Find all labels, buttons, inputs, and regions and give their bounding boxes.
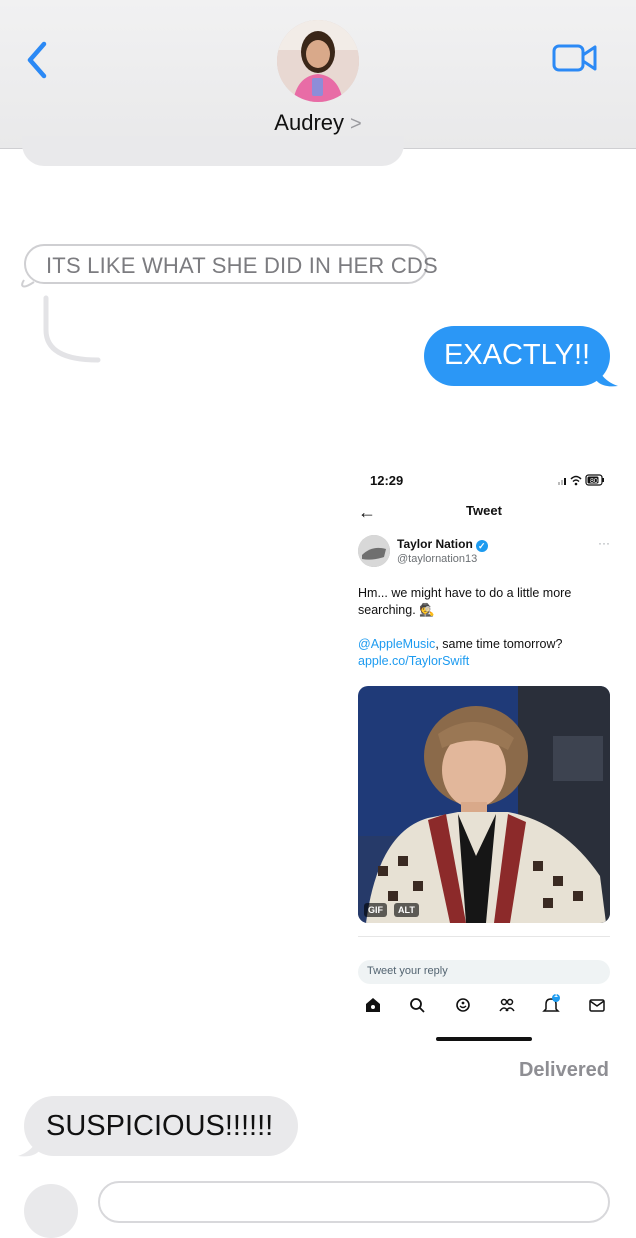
tweet-reply-input[interactable]: Tweet your reply: [358, 960, 610, 984]
notification-count: 1: [554, 992, 558, 999]
spaces-icon[interactable]: [452, 994, 474, 1016]
attached-screenshot[interactable]: 12:29 80 ← Tweet Taylor Nation ✓ @taylorn…: [340, 458, 622, 1056]
status-icons: 80: [558, 474, 604, 486]
author-name-row[interactable]: Taylor Nation ✓: [397, 537, 488, 552]
reply-thread-connector: [21, 279, 101, 363]
tweet-title: Tweet: [466, 503, 502, 518]
tweet-text-line: Hm... we might have to do a little more: [358, 586, 572, 600]
tweet-text-searching: searching.: [358, 603, 416, 617]
search-icon[interactable]: [406, 994, 428, 1016]
sent-bubble-tail: [596, 362, 618, 387]
received-message-bubble[interactable]: SUSPICIOUS!!!!!!: [24, 1096, 298, 1156]
message-input[interactable]: [98, 1181, 610, 1223]
sent-message-bubble[interactable]: EXACTLY!!: [424, 326, 610, 386]
reply-preview-partial: [358, 936, 610, 953]
contact-name-row[interactable]: Audrey >: [0, 110, 636, 136]
home-icon[interactable]: [362, 994, 384, 1016]
gif-badge: GIF: [364, 903, 387, 917]
notifications-bell-icon[interactable]: 1: [540, 992, 562, 1016]
chevron-left-icon: [27, 41, 47, 79]
author-name: Taylor Nation: [397, 537, 473, 551]
contact-name: Audrey: [274, 110, 345, 135]
tweet-gif-media[interactable]: GIF ALT: [358, 686, 610, 923]
reply-placeholder: Tweet your reply: [367, 965, 448, 977]
back-button[interactable]: [22, 38, 54, 82]
tweet-text-rest: , same time tomorrow?: [435, 637, 563, 651]
conversation-header: Audrey >: [0, 0, 636, 149]
home-indicator: [436, 1037, 532, 1041]
communities-icon[interactable]: [496, 994, 518, 1016]
author-avatar[interactable]: [358, 535, 390, 567]
battery-level: 80: [590, 478, 598, 485]
twitter-bottom-nav: 1: [340, 992, 622, 1022]
received-bubble-tail: [18, 1132, 40, 1157]
verified-badge-icon: ✓: [475, 540, 488, 552]
tweet-text-line-3: @AppleMusic, same time tomorrow?: [358, 637, 562, 651]
message-bubble-partial: [22, 136, 404, 166]
alt-badge[interactable]: ALT: [394, 903, 419, 917]
tweet-url-link[interactable]: apple.co/TaylorSwift: [358, 654, 469, 668]
mention-link[interactable]: @AppleMusic: [358, 637, 435, 651]
gif-illustration: [358, 686, 610, 923]
author-handle[interactable]: @taylornation13: [397, 553, 477, 565]
facetime-video-button[interactable]: [552, 42, 598, 74]
status-time: 12:29: [370, 473, 404, 488]
detective-emoji-icon: 🕵: [419, 603, 435, 617]
avatar-photo: [277, 20, 359, 102]
contact-avatar[interactable]: [277, 20, 359, 102]
author-avatar-image: [358, 535, 390, 567]
tweet-text-line-2: searching. 🕵: [358, 603, 435, 618]
received-message-text: SUSPICIOUS!!!!!!: [46, 1110, 274, 1142]
apps-button[interactable]: [24, 1184, 78, 1238]
sent-message-text: EXACTLY!!: [443, 339, 591, 371]
video-camera-icon: [552, 44, 597, 72]
more-options-icon[interactable]: ···: [598, 536, 610, 550]
chevron-right-icon: >: [350, 113, 362, 135]
delivered-status: Delivered: [518, 1059, 609, 1081]
messages-envelope-icon[interactable]: [586, 994, 608, 1016]
